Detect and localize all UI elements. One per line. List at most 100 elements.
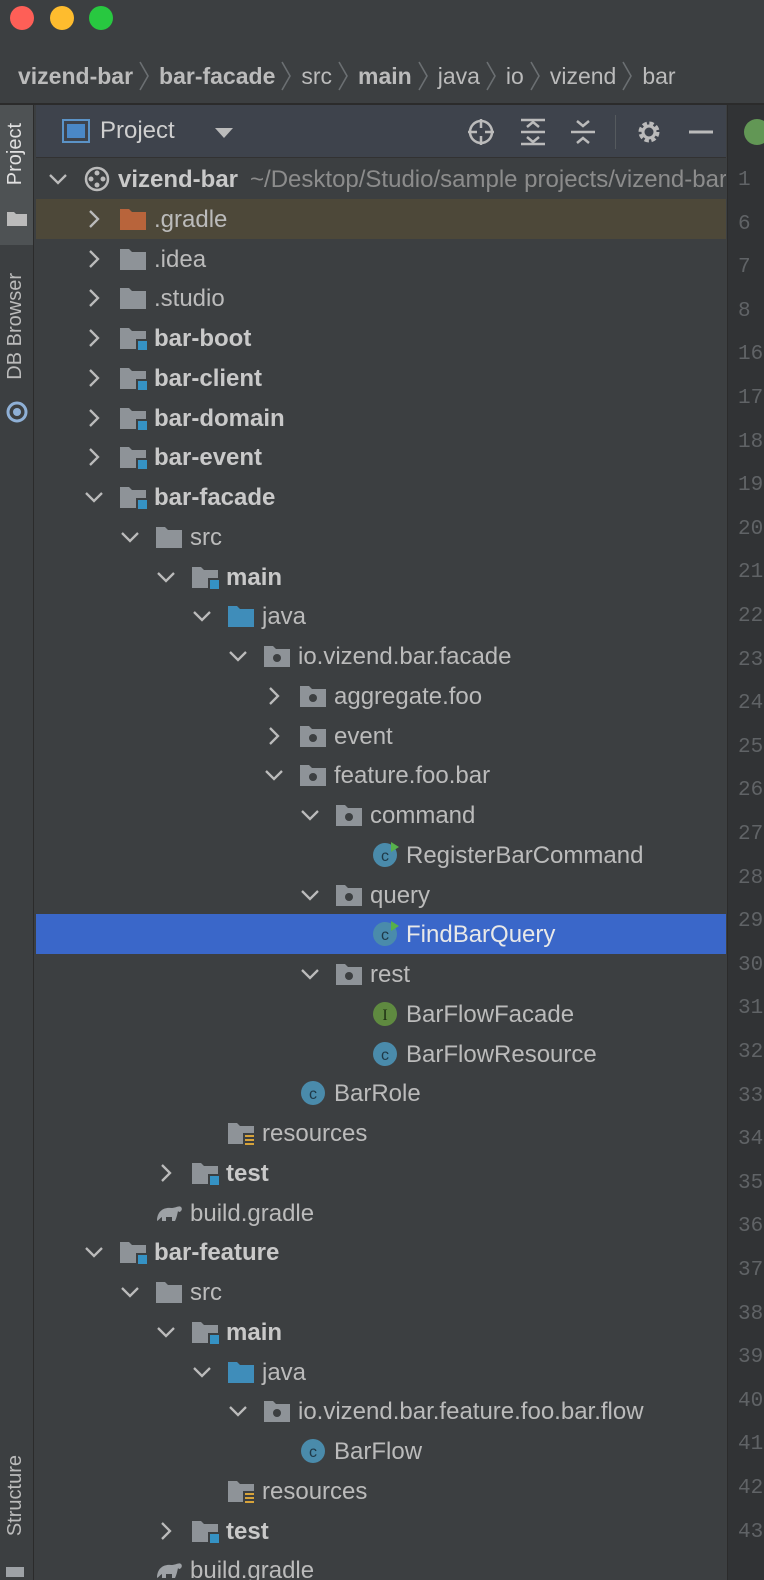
tree-row[interactable]: bar-feature — [36, 1232, 726, 1272]
chevron-right-icon[interactable] — [82, 406, 106, 430]
breadcrumb-item[interactable]: src — [301, 63, 332, 90]
tree-row[interactable]: java — [36, 596, 726, 636]
collapse-all-icon[interactable] — [568, 117, 598, 147]
tree-item-text: BarFlow — [334, 1438, 423, 1465]
chevron-down-icon[interactable] — [154, 565, 178, 589]
editor-tab-icon[interactable] — [744, 119, 764, 145]
tree-row[interactable]: io.vizend.bar.feature.foo.bar.flow — [36, 1391, 726, 1431]
tree-row[interactable]: bar-client — [36, 358, 726, 398]
panel-title[interactable]: Project — [100, 117, 175, 145]
chevron-right-icon[interactable] — [82, 366, 106, 390]
chevron-down-icon[interactable] — [190, 604, 214, 628]
tree-row[interactable]: java — [36, 1352, 726, 1392]
maximize-window-button[interactable] — [89, 6, 113, 30]
tree-row[interactable]: build.gradle — [36, 1550, 726, 1580]
tree-row[interactable]: feature.foo.bar — [36, 755, 726, 795]
minimize-panel-icon[interactable] — [686, 117, 716, 147]
breadcrumb-item[interactable]: vizend — [550, 63, 616, 90]
tree-row[interactable]: resources — [36, 1471, 726, 1511]
tree-row[interactable]: c BarFlow — [36, 1431, 726, 1471]
project-tool-button[interactable]: Project — [0, 105, 33, 245]
chevron-down-icon[interactable] — [226, 644, 250, 668]
chevron-down-icon[interactable] — [82, 1240, 106, 1264]
tree-item-label: bar-event — [154, 444, 262, 472]
source-folder-icon — [226, 1358, 256, 1386]
chevron-right-icon[interactable] — [154, 1161, 178, 1185]
tree-row[interactable]: bar-boot — [36, 318, 726, 358]
breadcrumb-item[interactable]: vizend-bar — [18, 63, 133, 90]
chevron-down-icon[interactable] — [82, 485, 106, 509]
structure-tool-label[interactable]: Structure — [4, 1455, 27, 1536]
breadcrumb-item[interactable]: bar-facade — [159, 63, 275, 90]
minimize-window-button[interactable] — [50, 6, 74, 30]
chevron-down-icon[interactable] — [298, 962, 322, 986]
chevron-down-icon[interactable] — [214, 127, 234, 139]
tree-row[interactable]: query — [36, 875, 726, 915]
tree-row[interactable]: main — [36, 557, 726, 597]
chevron-down-icon[interactable] — [298, 803, 322, 827]
chevron-down-icon[interactable] — [46, 167, 70, 191]
chevron-right-icon[interactable] — [82, 247, 106, 271]
folder-icon — [154, 1278, 184, 1306]
chevron-right-icon[interactable] — [262, 724, 286, 748]
tree-item-text: io.vizend.bar.facade — [298, 643, 512, 670]
tree-row[interactable]: c FindBarQuery — [36, 914, 726, 955]
tree-row[interactable]: aggregate.foo — [36, 676, 726, 716]
tree-row[interactable]: c BarFlowResource — [36, 1034, 726, 1074]
gear-icon[interactable] — [634, 117, 664, 147]
structure-icon[interactable] — [6, 1567, 24, 1577]
line-number: 17 — [738, 387, 764, 410]
tree-item-label: java — [262, 603, 306, 631]
breadcrumb-item[interactable]: io — [506, 63, 524, 90]
chevron-down-icon[interactable] — [118, 525, 142, 549]
tree-item-text: bar-domain — [154, 404, 285, 432]
tree-item-text: query — [370, 881, 431, 909]
tree-row[interactable]: I BarFlowFacade — [36, 994, 726, 1034]
tree-row[interactable]: command — [36, 795, 726, 835]
chevron-down-icon[interactable] — [226, 1399, 250, 1423]
breadcrumb-item[interactable]: main — [358, 63, 412, 90]
tree-row[interactable]: bar-facade — [36, 477, 726, 517]
tree-row[interactable]: c BarRole — [36, 1073, 726, 1113]
tree-row[interactable]: main — [36, 1312, 726, 1352]
tree-row[interactable]: vizend-bar ~/Desktop/Studio/sample projec… — [36, 159, 726, 199]
tree-row[interactable]: resources — [36, 1113, 726, 1153]
tree-row[interactable]: bar-event — [36, 437, 726, 477]
chevron-down-icon[interactable] — [298, 883, 322, 907]
tree-row[interactable]: io.vizend.bar.facade — [36, 636, 726, 676]
line-number: 29 — [738, 910, 764, 934]
locate-icon[interactable] — [466, 117, 496, 147]
chevron-down-icon[interactable] — [154, 1320, 178, 1344]
tree-row[interactable]: rest — [36, 954, 726, 994]
tree-row[interactable]: src — [36, 1272, 726, 1312]
db-browser-tool-label[interactable]: DB Browser — [4, 273, 27, 380]
tree-row[interactable]: build.gradle — [36, 1193, 726, 1233]
db-browser-icon[interactable] — [4, 399, 30, 425]
breadcrumb-item[interactable]: bar — [642, 63, 675, 90]
breadcrumb-item[interactable]: java — [438, 63, 480, 90]
chevron-right-icon[interactable] — [262, 684, 286, 708]
tree-row[interactable]: .studio — [36, 278, 726, 318]
chevron-down-icon[interactable] — [190, 1360, 214, 1384]
chevron-right-icon[interactable] — [82, 445, 106, 469]
chevron-right-icon[interactable] — [82, 207, 106, 231]
tree-row[interactable]: test — [36, 1511, 726, 1551]
tree-row[interactable]: event — [36, 716, 726, 756]
tree-row[interactable]: .idea — [36, 239, 726, 279]
tree-item-text: test — [226, 1517, 269, 1545]
tree-row[interactable]: src — [36, 517, 726, 557]
chevron-down-icon[interactable] — [118, 1280, 142, 1304]
tree-row[interactable]: bar-domain — [36, 398, 726, 438]
expand-all-icon[interactable] — [518, 117, 548, 147]
line-number: 41 — [738, 1433, 764, 1457]
chevron-right-icon[interactable] — [82, 326, 106, 350]
tree-row[interactable]: .gradle — [36, 198, 726, 239]
chevron-right-icon[interactable] — [154, 1519, 178, 1543]
chevron-down-icon[interactable] — [262, 763, 286, 787]
close-window-button[interactable] — [10, 6, 34, 30]
tree-row[interactable]: c RegisterBarCommand — [36, 835, 726, 875]
line-number: 27 — [738, 823, 764, 846]
folder-icon — [7, 212, 27, 226]
tree-row[interactable]: test — [36, 1153, 726, 1193]
chevron-right-icon[interactable] — [82, 286, 106, 310]
